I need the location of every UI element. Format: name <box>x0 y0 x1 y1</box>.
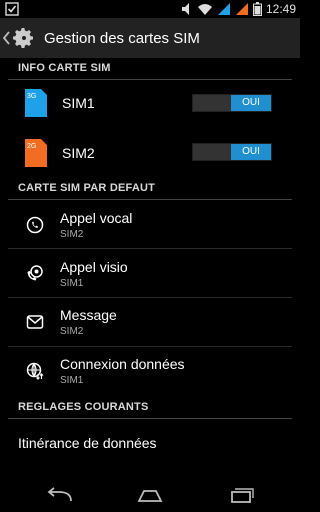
video-call-icon <box>27 265 43 281</box>
navigation-bar <box>0 480 300 512</box>
pref-title: Message <box>60 307 117 323</box>
sim1-toggle[interactable]: OUI <box>192 94 272 112</box>
status-icons: 12:49 <box>181 0 296 18</box>
action-bar: Gestion des cartes SIM <box>0 18 300 58</box>
pref-value: SIM2 <box>60 229 84 240</box>
chevron-left-icon <box>2 31 10 45</box>
status-bar: 12:49 <box>0 0 300 18</box>
voice-call-icon <box>26 216 44 234</box>
data-connection-icon <box>26 362 44 380</box>
sim1-row[interactable]: 3G SIM1 OUI <box>0 80 300 128</box>
pref-message[interactable]: Message SIM2 <box>0 298 300 347</box>
pref-value: SIM2 <box>60 326 84 337</box>
sim1-toggle-on-label: OUI <box>231 95 271 111</box>
pref-title: Appel visio <box>60 259 128 275</box>
sim2-toggle-on-label: OUI <box>231 144 271 160</box>
nav-home-button[interactable] <box>135 486 165 506</box>
pref-title: Connexion données <box>60 356 185 372</box>
nav-back-button[interactable] <box>45 486 75 506</box>
sim-card-3g-icon: 3G <box>25 89 47 117</box>
setting-title: Itinérance de données <box>18 435 157 451</box>
section-label: CARTE SIM PAR DEFAUT <box>18 182 156 194</box>
signal-sim1-icon <box>217 3 230 15</box>
section-label: REGLAGES COURANTS <box>18 401 149 413</box>
sim1-name: SIM1 <box>62 95 95 111</box>
sim1-badge: 3G <box>27 93 36 100</box>
back-up-button[interactable] <box>2 31 12 45</box>
volume-icon <box>181 3 189 15</box>
message-icon <box>26 315 44 329</box>
settings-gear-icon <box>13 28 33 48</box>
sim2-row[interactable]: 2G SIM2 OUI <box>0 128 300 176</box>
nav-recents-button[interactable] <box>226 486 256 506</box>
sim2-badge: 2G <box>27 143 36 150</box>
pref-value: SIM1 <box>60 375 84 386</box>
section-label: INFO CARTE SIM <box>18 62 111 74</box>
section-header-common: REGLAGES COURANTS <box>0 397 300 419</box>
signal-sim2-icon <box>235 3 248 15</box>
sim-card-2g-icon: 2G <box>25 139 47 167</box>
pref-title: Appel vocal <box>60 210 133 226</box>
sim2-toggle[interactable]: OUI <box>192 143 272 161</box>
pref-value: SIM1 <box>60 278 84 289</box>
pref-data-connection[interactable]: Connexion données SIM1 <box>0 347 300 395</box>
checklist-notification-icon <box>5 2 19 16</box>
battery-icon <box>252 2 262 16</box>
wifi-icon <box>197 4 212 15</box>
pref-video-call[interactable]: Appel visio SIM1 <box>0 249 300 298</box>
setting-data-roaming[interactable]: Itinérance de données <box>0 419 300 469</box>
sim2-name: SIM2 <box>62 145 95 161</box>
status-time: 12:49 <box>265 2 296 16</box>
pref-voice-call[interactable]: Appel vocal SIM2 <box>0 200 300 249</box>
section-header-info-sim: INFO CARTE SIM <box>0 58 300 80</box>
section-header-default-sim: CARTE SIM PAR DEFAUT <box>0 178 300 200</box>
page-title: Gestion des cartes SIM <box>44 29 200 47</box>
